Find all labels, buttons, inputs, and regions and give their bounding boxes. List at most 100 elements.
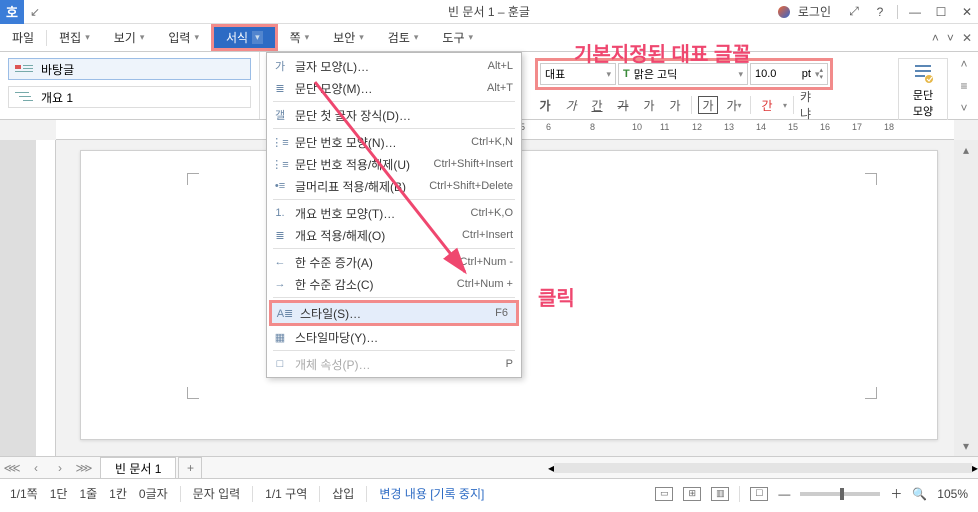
vertical-ruler[interactable] bbox=[36, 140, 56, 456]
tab-nav-next[interactable]: › bbox=[48, 461, 72, 475]
view-mode-3[interactable]: ▥ bbox=[711, 487, 729, 501]
underline-button[interactable]: 간 bbox=[587, 96, 607, 114]
document-tab-bar: ⋘ ‹ › ⋙ 빈 문서 1 + ◂▸ bbox=[0, 456, 978, 478]
status-insert[interactable]: 삽입 bbox=[332, 485, 354, 502]
close-panel-icon[interactable]: ✕ bbox=[962, 31, 972, 45]
font-t-icon: T bbox=[623, 68, 630, 80]
margin-mark bbox=[865, 387, 877, 399]
status-chars: 0글자 bbox=[139, 485, 168, 502]
tab-nav-prev[interactable]: ‹ bbox=[24, 461, 48, 475]
menu-style[interactable]: A≣스타일(S)…F6 bbox=[269, 300, 519, 326]
doc-tab[interactable]: 빈 문서 1 bbox=[100, 457, 176, 478]
indent-dec-icon: ← bbox=[271, 254, 289, 270]
shadow-button[interactable]: 가 bbox=[665, 96, 685, 114]
menu-review[interactable]: 검토▾ bbox=[376, 24, 431, 51]
vertical-scrollbar[interactable]: ▴ ▾ bbox=[954, 140, 978, 456]
style-batang[interactable]: 바탕글 bbox=[8, 58, 251, 80]
toolbar-scroll[interactable]: ˄≡˅ bbox=[952, 52, 976, 119]
font-size-input[interactable]: 10.0 pt ▾ ▴▾ bbox=[750, 63, 828, 85]
outline-icon bbox=[15, 90, 33, 104]
chevron-up-icon[interactable]: ˄ bbox=[932, 31, 939, 45]
chevron-down-icon[interactable]: ˅ bbox=[947, 31, 954, 45]
menu-edit[interactable]: 편집▾ bbox=[47, 24, 102, 51]
page-gutter bbox=[0, 140, 36, 456]
menu-char-shape[interactable]: 가글자 모양(L)…Alt+L bbox=[267, 55, 521, 77]
expand-icon[interactable]: ⤢ bbox=[845, 5, 863, 19]
menu-style-gallery[interactable]: ▦스타일마당(Y)… bbox=[267, 326, 521, 348]
char-spacing-button[interactable]: 캬냐 bbox=[800, 96, 820, 114]
annotation-click: 클릭 bbox=[538, 282, 575, 311]
para-icon: ≣ bbox=[271, 80, 289, 96]
status-bar: 1/1쪽 1단 1줄 1칸 0글자 문자 입력 1/1 구역 삽입 변경 내용 … bbox=[0, 478, 978, 508]
zoom-in-button[interactable]: ＋ bbox=[890, 485, 902, 502]
menu-security[interactable]: 보안▾ bbox=[321, 24, 376, 51]
outline-button[interactable]: 가 bbox=[639, 96, 659, 114]
zoom-out-button[interactable]: — bbox=[778, 487, 790, 501]
paragraph-shape-button[interactable]: 문단 모양 bbox=[898, 58, 948, 124]
size-spinner[interactable]: ▴▾ bbox=[819, 67, 823, 81]
margin-mark bbox=[187, 173, 199, 185]
margin-mark bbox=[865, 173, 877, 185]
scroll-down-icon[interactable]: ▾ bbox=[954, 436, 978, 456]
window-title: 빈 문서 1 – 훈글 bbox=[448, 3, 530, 20]
style-aa-icon: A≣ bbox=[276, 305, 294, 321]
menu-bullet-toggle[interactable]: •≡글머리표 적용/해제(B)Ctrl+Shift+Delete bbox=[267, 175, 521, 197]
style-label: 개요 1 bbox=[41, 89, 73, 106]
menu-file[interactable]: 파일 bbox=[0, 24, 46, 51]
margin-mark bbox=[187, 387, 199, 399]
menu-level-dec[interactable]: →한 수준 감소(C)Ctrl+Num + bbox=[267, 273, 521, 295]
tab-nav-first[interactable]: ⋘ bbox=[0, 461, 24, 475]
status-track-changes[interactable]: 변경 내용 [기록 중지] bbox=[379, 485, 484, 502]
status-pos: 1칸 bbox=[109, 485, 127, 502]
status-line: 1줄 bbox=[79, 485, 97, 502]
highlight-button[interactable]: 가▾ bbox=[724, 96, 744, 114]
style-icon bbox=[15, 62, 33, 76]
zoom-slider[interactable] bbox=[800, 492, 880, 496]
menu-bar: 파일 편집▾ 보기▾ 입력▾ 서식▾ 쪽▾ 보안▾ 검토▾ 도구▾ ˄ ˅ ✕ bbox=[0, 24, 978, 52]
login-link[interactable]: 로그인 bbox=[798, 3, 831, 20]
horizontal-scrollbar[interactable]: ◂▸ bbox=[548, 461, 978, 475]
menu-outline-toggle[interactable]: ≣개요 적용/해제(O)Ctrl+Insert bbox=[267, 224, 521, 246]
numlist-icon: ⋮≡ bbox=[271, 134, 289, 150]
strike-button[interactable]: 가 bbox=[613, 96, 633, 114]
font-color-button[interactable]: 간 bbox=[757, 96, 777, 114]
maximize-button[interactable]: ☐ bbox=[932, 5, 950, 19]
menu-outline-num-shape[interactable]: 1.개요 번호 모양(T)…Ctrl+K,O bbox=[267, 202, 521, 224]
para-btn-label: 문단 모양 bbox=[913, 87, 933, 119]
italic-button[interactable]: 가 bbox=[561, 96, 581, 114]
menu-tools[interactable]: 도구▾ bbox=[430, 24, 485, 51]
close-button[interactable]: ✕ bbox=[958, 5, 976, 19]
menu-dropcap[interactable]: 갤문단 첫 글자 장식(D)… bbox=[267, 104, 521, 126]
zoom-level[interactable]: 105% bbox=[937, 487, 968, 501]
menu-input[interactable]: 입력▾ bbox=[156, 24, 211, 51]
menu-para-num-toggle[interactable]: ⋮≡문단 번호 적용/해제(U)Ctrl+Shift+Insert bbox=[267, 153, 521, 175]
view-mode-1[interactable]: ▭ bbox=[655, 487, 673, 501]
box-button[interactable]: 가 bbox=[698, 96, 718, 114]
numtoggle-icon: ⋮≡ bbox=[271, 156, 289, 172]
status-section: 1/1 구역 bbox=[265, 485, 307, 502]
add-tab-button[interactable]: + bbox=[178, 457, 202, 478]
help-icon[interactable]: ? bbox=[871, 5, 889, 19]
annotation-font-label: 기본지정된 대표 글꼴 bbox=[574, 38, 751, 67]
menu-format[interactable]: 서식▾ bbox=[211, 24, 278, 51]
menu-view[interactable]: 보기▾ bbox=[102, 24, 157, 51]
status-page[interactable]: 1/1쪽 bbox=[10, 485, 38, 502]
scroll-up-icon[interactable]: ▴ bbox=[954, 140, 978, 160]
view-mode-2[interactable]: ⊞ bbox=[683, 487, 701, 501]
minimize-button[interactable]: — bbox=[906, 5, 924, 19]
tab-nav-last[interactable]: ⋙ bbox=[72, 461, 96, 475]
bold-button[interactable]: 가 bbox=[535, 96, 555, 114]
restore-down-icon[interactable]: ↙ bbox=[30, 5, 40, 19]
style-label: 바탕글 bbox=[41, 61, 74, 78]
status-column: 1단 bbox=[50, 485, 68, 502]
menu-level-inc[interactable]: ←한 수준 증가(A)Ctrl+Num - bbox=[267, 251, 521, 273]
menu-para-num-shape[interactable]: ⋮≡문단 번호 모양(N)…Ctrl+K,N bbox=[267, 131, 521, 153]
menu-page[interactable]: 쪽▾ bbox=[278, 24, 322, 51]
style-outline1[interactable]: 개요 1 bbox=[8, 86, 251, 108]
zoom-fit-icon[interactable]: 🔍 bbox=[912, 487, 927, 501]
outlinetg-icon: ≣ bbox=[271, 227, 289, 243]
bullet-icon: •≡ bbox=[271, 178, 289, 194]
view-mode-4[interactable]: ☐ bbox=[750, 487, 768, 501]
indent-inc-icon: → bbox=[271, 276, 289, 292]
menu-para-shape[interactable]: ≣문단 모양(M)…Alt+T bbox=[267, 77, 521, 99]
